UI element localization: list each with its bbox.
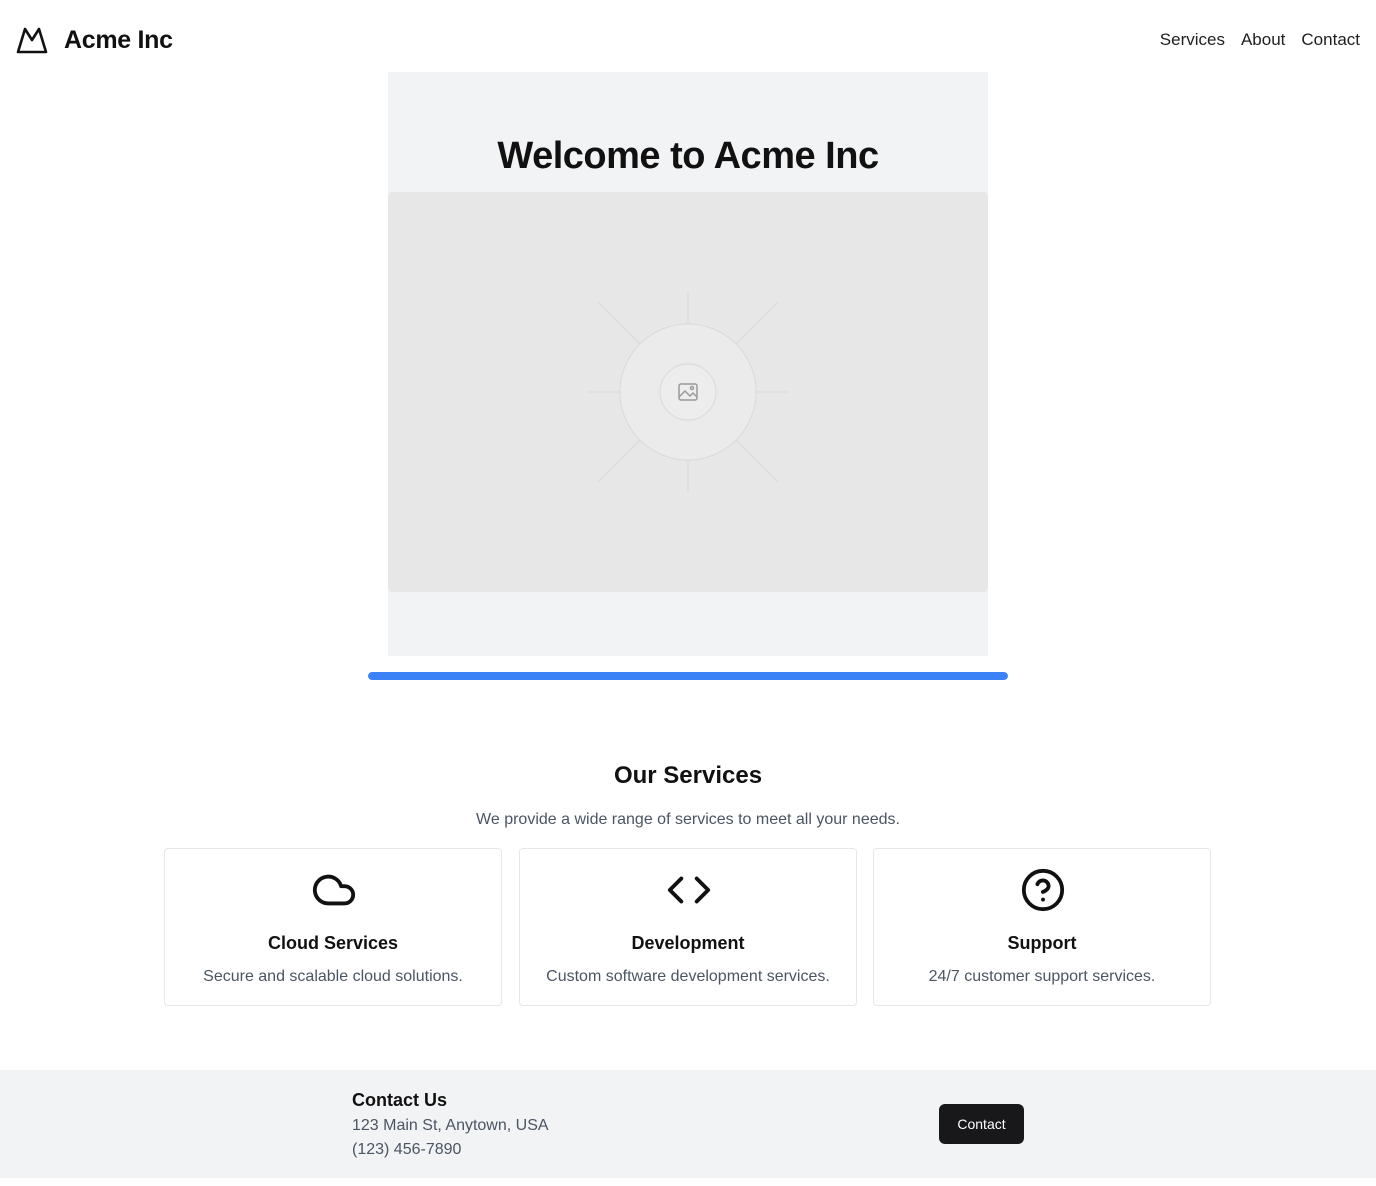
brand-name[interactable]: Acme Inc — [64, 24, 173, 56]
service-description: Custom software development services. — [546, 968, 830, 985]
contact-phone: (123) 456-7890 — [352, 1141, 462, 1158]
progress-fill — [368, 672, 1008, 680]
contact-address: 123 Main St, Anytown, USA — [352, 1117, 549, 1134]
service-title: Support — [1007, 933, 1077, 953]
service-card-cloud: Cloud Services Secure and scalable cloud… — [164, 848, 502, 1006]
hero-progress-bar — [368, 672, 1008, 680]
nav-link-contact[interactable]: Contact — [1301, 28, 1360, 52]
site-footer: Contact Us 123 Main St, Anytown, USA (12… — [0, 1070, 1376, 1178]
contact-button[interactable]: Contact — [939, 1104, 1024, 1144]
nav-link-about[interactable]: About — [1241, 28, 1285, 52]
service-title: Cloud Services — [267, 933, 399, 953]
hero-title: Welcome to Acme Inc — [497, 135, 879, 177]
contact-heading: Contact Us — [352, 1090, 448, 1110]
site-header: Acme Inc Services About Contact — [0, 0, 1376, 80]
service-card-support: Support 24/7 customer support services. — [873, 848, 1211, 1006]
service-description: Secure and scalable cloud solutions. — [203, 968, 463, 985]
cloud-icon — [312, 874, 356, 906]
services-subtitle: We provide a wide range of services to m… — [476, 811, 900, 828]
mountain-icon[interactable] — [16, 24, 48, 56]
main-nav: Services About Contact — [1160, 28, 1360, 52]
hero-image-placeholder — [388, 192, 988, 592]
image-placeholder-icon — [588, 292, 788, 492]
code-icon — [667, 876, 711, 904]
service-title: Development — [631, 933, 745, 953]
help-circle-icon — [1021, 868, 1065, 912]
service-description: 24/7 customer support services. — [928, 968, 1156, 985]
nav-link-services[interactable]: Services — [1160, 28, 1225, 52]
services-title: Our Services — [613, 762, 763, 789]
service-card-development: Development Custom software development … — [519, 848, 857, 1006]
